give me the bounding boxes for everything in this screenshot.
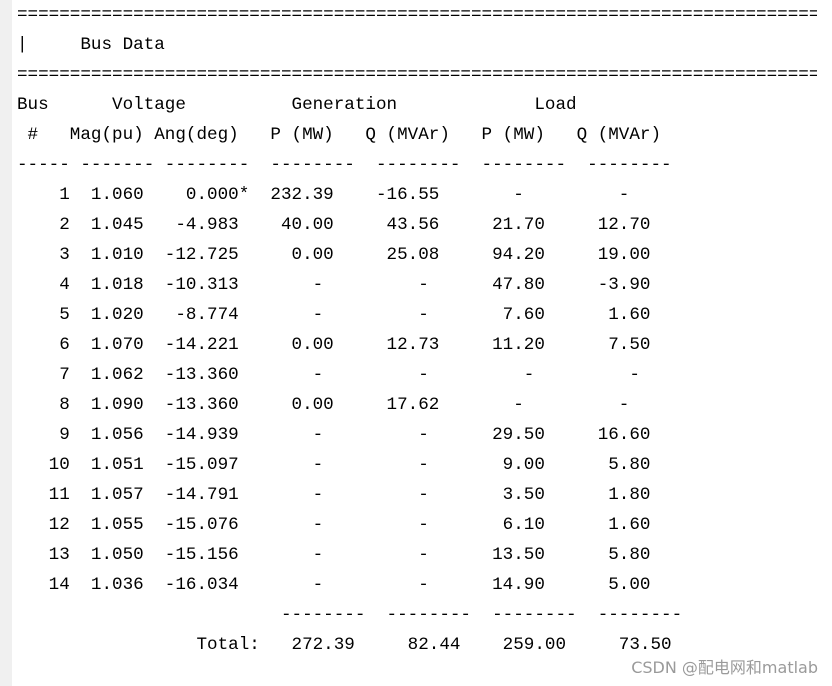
- header-line-1: Bus Voltage Generation Load: [17, 95, 662, 115]
- console-output: ========================================…: [17, 0, 817, 660]
- table-row: 2 1.045 -4.983 40.00 43.56 21.70 12.70: [17, 215, 672, 235]
- title-rule: ========================================…: [17, 65, 817, 85]
- header-dash-line: ----- ------- -------- -------- --------…: [17, 155, 672, 175]
- table-row: 1 1.060 0.000* 232.39 -16.55 - -: [17, 185, 672, 205]
- table-row: 8 1.090 -13.360 0.00 17.62 - -: [17, 395, 672, 415]
- table-row: 5 1.020 -8.774 - - 7.60 1.60: [17, 305, 672, 325]
- table-row: 10 1.051 -15.097 - - 9.00 5.80: [17, 455, 672, 475]
- header-line-2: # Mag(pu) Ang(deg) P (MW) Q (MVAr) P (MW…: [17, 125, 662, 145]
- table-row: 3 1.010 -12.725 0.00 25.08 94.20 19.00: [17, 245, 672, 265]
- watermark: CSDN @配电网和matlab: [631, 658, 818, 677]
- table-row: 12 1.055 -15.076 - - 6.10 1.60: [17, 515, 672, 535]
- top-rule: ========================================…: [17, 5, 817, 25]
- total-dash-line: -------- -------- -------- --------: [17, 605, 683, 625]
- table-row: 4 1.018 -10.313 - - 47.80 -3.90: [17, 275, 672, 295]
- left-gutter: [0, 0, 12, 686]
- table-row: 9 1.056 -14.939 - - 29.50 16.60: [17, 425, 672, 445]
- table-row: 13 1.050 -15.156 - - 13.50 5.80: [17, 545, 672, 565]
- table-row: 14 1.036 -16.034 - - 14.90 5.00: [17, 575, 672, 595]
- table-row: 6 1.070 -14.221 0.00 12.73 11.20 7.50: [17, 335, 672, 355]
- table-row: 11 1.057 -14.791 - - 3.50 1.80: [17, 485, 672, 505]
- table-row: 7 1.062 -13.360 - - - -: [17, 365, 683, 385]
- title-line: | Bus Data |: [17, 35, 832, 55]
